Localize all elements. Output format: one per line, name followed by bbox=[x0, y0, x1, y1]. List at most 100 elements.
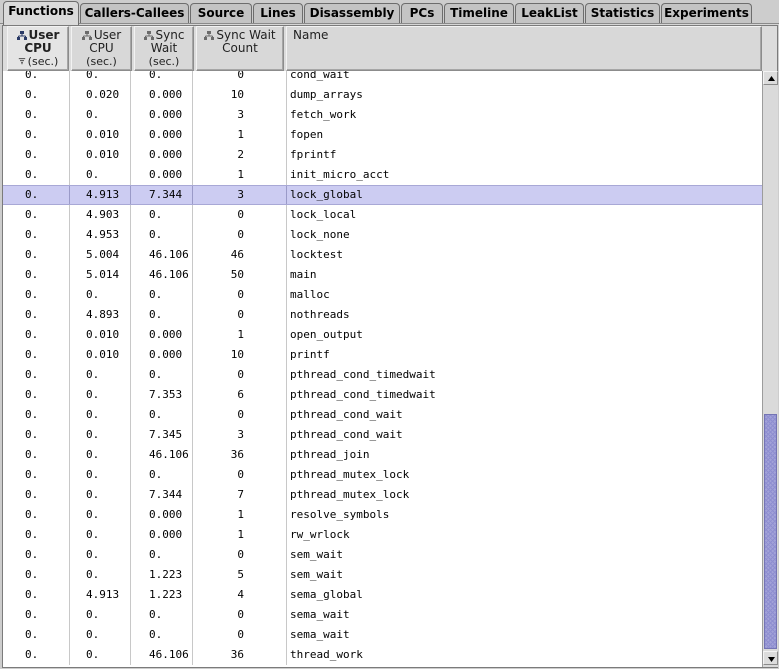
cell-exclusive-user-cpu: 0. bbox=[25, 488, 39, 501]
tab-timeline[interactable]: Timeline bbox=[444, 3, 514, 23]
cell-inclusive-user-cpu: 0. bbox=[86, 628, 100, 641]
column-header-units: (sec.) bbox=[148, 55, 180, 68]
cell-inclusive-user-cpu: 0. bbox=[86, 468, 100, 481]
network-icon bbox=[204, 31, 215, 40]
table-row[interactable]: 0. 4.903 0. 0 lock_local bbox=[3, 205, 762, 225]
cell-sync-wait: 0. bbox=[149, 628, 163, 641]
cell-exclusive-user-cpu: 0. bbox=[25, 368, 39, 381]
cell-inclusive-user-cpu: 0.010 bbox=[86, 348, 120, 361]
cell-sync-wait-count: 1 bbox=[237, 168, 244, 181]
scroll-up-button[interactable] bbox=[763, 71, 778, 85]
table-row[interactable]: 0. 0. 0. 0 pthread_cond_wait bbox=[3, 405, 762, 425]
cell-exclusive-user-cpu: 0. bbox=[25, 428, 39, 441]
table-row[interactable]: 0. 4.953 0. 0 lock_none bbox=[3, 225, 762, 245]
column-header-exclusive-user-cpu[interactable]: User CPU (sec.) bbox=[7, 26, 69, 71]
column-header-sync-wait-count[interactable]: Sync Wait Count bbox=[196, 26, 284, 71]
scroll-thumb[interactable] bbox=[764, 414, 777, 649]
table-row[interactable]: 0. 0. 7.345 3 pthread_cond_wait bbox=[3, 425, 762, 445]
cell-inclusive-user-cpu: 0.010 bbox=[86, 328, 120, 341]
cell-sync-wait: 7.353 bbox=[149, 388, 183, 401]
table-row[interactable]: 0. 0. 7.344 7 pthread_mutex_lock bbox=[3, 485, 762, 505]
cell-function-name: pthread_cond_wait bbox=[290, 408, 403, 421]
tab-statistics[interactable]: Statistics bbox=[585, 3, 660, 23]
vertical-scrollbar[interactable] bbox=[762, 71, 778, 667]
table-row[interactable]: 0. 0. 46.106 36 thread_work bbox=[3, 645, 762, 665]
cell-exclusive-user-cpu: 0. bbox=[25, 128, 39, 141]
table-row[interactable]: 0. 0. 0. 0 cond_wait bbox=[3, 71, 762, 85]
table-row[interactable]: 0. 0. 0. 0 sema_wait bbox=[3, 605, 762, 625]
table-row-selected[interactable]: 0. 4.913 7.344 3 lock_global bbox=[3, 185, 762, 205]
column-header-line1: Name bbox=[293, 28, 329, 42]
table-row[interactable]: 0. 5.014 46.106 50 main bbox=[3, 265, 762, 285]
cell-function-name: thread_work bbox=[290, 648, 363, 661]
cell-inclusive-user-cpu: 0. bbox=[86, 648, 100, 661]
functions-panel: User CPU (sec.) User CPU (sec.) Sync Wai… bbox=[2, 25, 778, 668]
network-icon bbox=[16, 31, 27, 40]
table-row[interactable]: 0. 4.913 1.223 4 sema_global bbox=[3, 585, 762, 605]
table-row[interactable]: 0. 0.010 0.000 1 open_output bbox=[3, 325, 762, 345]
table-row[interactable]: 0. 0. 0. 0 pthread_cond_timedwait bbox=[3, 365, 762, 385]
table-row[interactable]: 0. 0.010 0.000 10 printf bbox=[3, 345, 762, 365]
cell-sync-wait-count: 3 bbox=[237, 428, 244, 441]
tab-callers-callees[interactable]: Callers-Callees bbox=[80, 3, 189, 23]
column-header-line2: Wait bbox=[150, 41, 178, 55]
cell-exclusive-user-cpu: 0. bbox=[25, 588, 39, 601]
cell-sync-wait-count: 0 bbox=[237, 228, 244, 241]
cell-exclusive-user-cpu: 0. bbox=[25, 88, 39, 101]
table-row[interactable]: 0. 0.010 0.000 2 fprintf bbox=[3, 145, 762, 165]
table-row[interactable]: 0. 5.004 46.106 46 locktest bbox=[3, 245, 762, 265]
table-row[interactable]: 0. 0. 46.106 36 pthread_join bbox=[3, 445, 762, 465]
column-header-sync-wait[interactable]: Sync Wait (sec.) bbox=[134, 26, 194, 71]
tab-experiments[interactable]: Experiments bbox=[661, 3, 752, 23]
table-row[interactable]: 0. 0. 7.353 6 pthread_cond_timedwait bbox=[3, 385, 762, 405]
cell-exclusive-user-cpu: 0. bbox=[25, 308, 39, 321]
cell-function-name: dump_arrays bbox=[290, 88, 363, 101]
cell-sync-wait-count: 4 bbox=[237, 588, 244, 601]
column-header-name[interactable]: Name bbox=[286, 26, 762, 71]
cell-sync-wait-count: 6 bbox=[237, 388, 244, 401]
function-table[interactable]: 0. 0. 0. 0 cond_wait 0. 0.020 0.000 10 dump_array… bbox=[3, 71, 762, 667]
cell-function-name: malloc bbox=[290, 288, 330, 301]
cell-inclusive-user-cpu: 0. bbox=[86, 528, 100, 541]
cell-inclusive-user-cpu: 4.893 bbox=[86, 308, 120, 321]
tab-disassembly[interactable]: Disassembly bbox=[304, 3, 400, 23]
tab-source[interactable]: Source bbox=[190, 3, 252, 23]
cell-exclusive-user-cpu: 0. bbox=[25, 148, 39, 161]
table-row[interactable]: 0. 0.010 0.000 1 fopen bbox=[3, 125, 762, 145]
table-row[interactable]: 0. 0. 0.000 1 resolve_symbols bbox=[3, 505, 762, 525]
arrow-down-icon bbox=[768, 657, 775, 662]
table-row[interactable]: 0. 0.020 0.000 10 dump_arrays bbox=[3, 85, 762, 105]
table-row[interactable]: 0. 0. 0. 0 sem_wait bbox=[3, 545, 762, 565]
cell-sync-wait-count: 0 bbox=[237, 208, 244, 221]
cell-sync-wait: 46.106 bbox=[149, 248, 189, 261]
table-row[interactable]: 0. 4.893 0. 0 nothreads bbox=[3, 305, 762, 325]
table-row[interactable]: 0. 0. 0. 0 pthread_mutex_lock bbox=[3, 465, 762, 485]
cell-function-name: sema_wait bbox=[290, 628, 350, 641]
table-row[interactable]: 0. 0. 0.000 1 init_micro_acct bbox=[3, 165, 762, 185]
cell-function-name: init_micro_acct bbox=[290, 168, 390, 181]
cell-sync-wait: 0.000 bbox=[149, 348, 183, 361]
table-row[interactable]: 0. 0. 0.000 3 fetch_work bbox=[3, 105, 762, 125]
cell-inclusive-user-cpu: 0. bbox=[86, 428, 100, 441]
cell-exclusive-user-cpu: 0. bbox=[25, 388, 39, 401]
cell-inclusive-user-cpu: 0. bbox=[86, 448, 100, 461]
cell-sync-wait-count: 1 bbox=[237, 528, 244, 541]
tab-lines[interactable]: Lines bbox=[253, 3, 303, 23]
cell-sync-wait: 0.000 bbox=[149, 128, 183, 141]
cell-sync-wait-count: 46 bbox=[230, 248, 244, 261]
cell-sync-wait-count: 0 bbox=[237, 468, 244, 481]
cell-sync-wait-count: 3 bbox=[237, 188, 244, 201]
cell-inclusive-user-cpu: 5.004 bbox=[86, 248, 120, 261]
table-row[interactable]: 0. 0. 0.000 1 rw_wrlock bbox=[3, 525, 762, 545]
tab-leaklist[interactable]: LeakList bbox=[515, 3, 584, 23]
tab-functions[interactable]: Functions bbox=[3, 1, 79, 25]
scroll-down-button[interactable] bbox=[763, 651, 778, 665]
cell-sync-wait: 7.345 bbox=[149, 428, 183, 441]
table-row[interactable]: 0. 0. 0. 0 sema_wait bbox=[3, 625, 762, 645]
table-row[interactable]: 0. 0. 0. 0 malloc bbox=[3, 285, 762, 305]
cell-function-name: pthread_cond_wait bbox=[290, 428, 403, 441]
column-header-inclusive-user-cpu[interactable]: User CPU (sec.) bbox=[71, 26, 132, 71]
table-row[interactable]: 0. 0. 1.223 5 sem_wait bbox=[3, 565, 762, 585]
cell-exclusive-user-cpu: 0. bbox=[25, 348, 39, 361]
tab-pcs[interactable]: PCs bbox=[401, 3, 443, 23]
